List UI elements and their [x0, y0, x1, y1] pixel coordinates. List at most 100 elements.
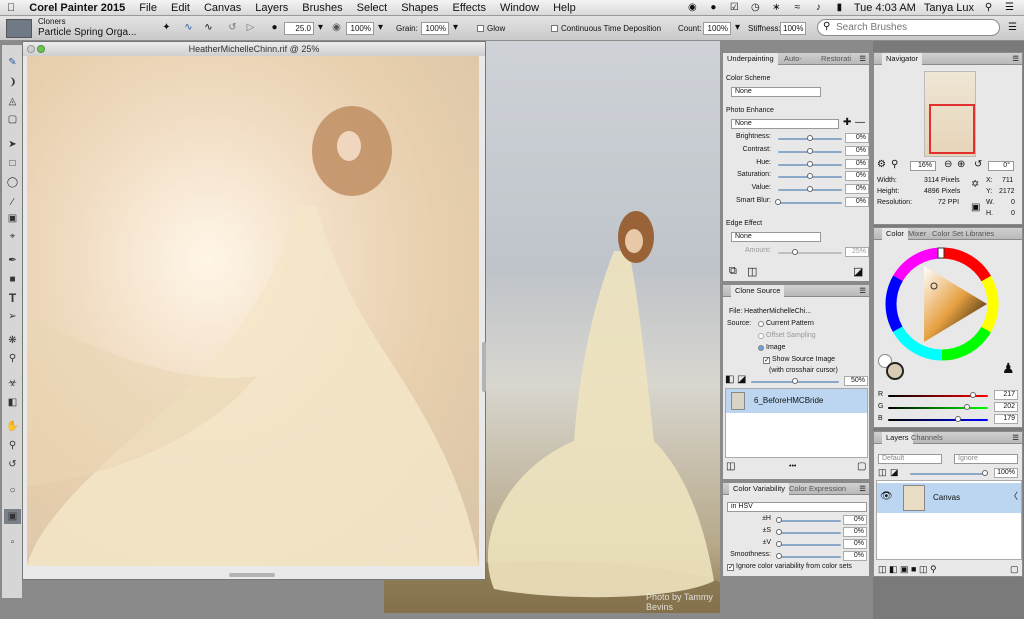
stroke-reset-icon[interactable]: ∿: [202, 22, 215, 33]
glow-checkbox[interactable]: [477, 25, 484, 32]
zoom-window-icon[interactable]: [37, 45, 45, 53]
count-dropdown-icon[interactable]: ▾: [731, 22, 744, 33]
menu-effects[interactable]: Effects: [446, 2, 493, 14]
layer-actions-icons[interactable]: ◫ ◧ ▣ ■ ◫ ⚲: [878, 564, 937, 575]
variability-mode-dropdown[interactable]: in HSV: [727, 502, 867, 512]
radio-image[interactable]: [758, 345, 764, 351]
enhance-slider-value[interactable]: 0%: [845, 158, 869, 169]
painting-canvas[interactable]: [27, 56, 479, 566]
tab-color-set-libraries[interactable]: Color Set Libraries: [928, 228, 998, 240]
amount-slider-knob[interactable]: [792, 249, 798, 255]
color-wheel[interactable]: [882, 244, 1002, 364]
tab-underpainting[interactable]: Underpainting: [723, 53, 778, 65]
stroke-icon[interactable]: ∿: [182, 22, 195, 33]
menu-edit[interactable]: Edit: [164, 2, 197, 14]
menu-window[interactable]: Window: [493, 2, 546, 14]
grabber-tool-icon[interactable]: ✋: [4, 419, 21, 434]
size-dropdown-icon[interactable]: ▾: [314, 22, 327, 33]
status-icon[interactable]: ●: [707, 2, 720, 13]
rectangle-select-icon[interactable]: □: [4, 156, 21, 171]
embed-image-icon[interactable]: ◫: [726, 461, 735, 472]
tab-mixer[interactable]: Mixer: [904, 228, 930, 240]
variability-slider-knob[interactable]: [776, 517, 782, 523]
enhance-slider-knob[interactable]: [807, 186, 813, 193]
hue-indicator[interactable]: [937, 247, 945, 259]
grain-field[interactable]: 100%: [421, 22, 449, 35]
tab-auto[interactable]: Auto-: [780, 53, 806, 65]
delete-clone-source-icon[interactable]: ▢: [857, 461, 866, 472]
panel-options-icon[interactable]: ☰: [1012, 53, 1019, 65]
variability-slider[interactable]: [776, 541, 841, 547]
source-opacity-value[interactable]: 50%: [844, 376, 868, 386]
enhance-slider[interactable]: [778, 186, 842, 193]
opacity-field[interactable]: 100%: [346, 22, 374, 35]
magic-wand-icon[interactable]: ∕: [4, 195, 21, 210]
r-slider-knob[interactable]: [970, 392, 977, 398]
screen-mode-icon[interactable]: ▫: [4, 535, 21, 550]
text-tool-icon[interactable]: T: [4, 291, 21, 306]
shape-selection-icon[interactable]: ➢: [4, 309, 21, 324]
grain-dropdown-icon[interactable]: ▾: [449, 22, 462, 33]
layer-lock-icon[interactable]: 〈: [1009, 489, 1018, 502]
vertical-scrollbar[interactable]: [482, 342, 486, 392]
menu-canvas[interactable]: Canvas: [197, 2, 248, 14]
opacity-dropdown-icon[interactable]: ▾: [374, 22, 387, 33]
brush-tool-icon[interactable]: ✎: [4, 55, 21, 70]
pen-tool-icon[interactable]: ✒: [4, 253, 21, 268]
spotlight-icon[interactable]: ⚲: [982, 2, 995, 13]
variability-value[interactable]: 0%: [843, 527, 867, 537]
list-icon[interactable]: ☰: [1003, 2, 1016, 13]
search-input[interactable]: [834, 21, 994, 34]
menubar-clock[interactable]: Tue 4:03 AM: [854, 2, 916, 14]
menu-shapes[interactable]: Shapes: [394, 2, 445, 14]
g-slider[interactable]: [888, 404, 988, 410]
magnifier-tool-icon[interactable]: ⚲: [4, 438, 21, 453]
nav-zoom-field[interactable]: 16%: [910, 161, 936, 171]
layer-opacity-slider[interactable]: [910, 470, 988, 476]
radio-current-pattern[interactable]: [758, 321, 764, 327]
panel-options-icon[interactable]: ☰: [859, 53, 866, 65]
transform-tool-icon[interactable]: ▣: [4, 211, 21, 226]
zoom-out-icon[interactable]: ⊖: [944, 159, 952, 170]
g-value[interactable]: 202: [994, 402, 1018, 412]
close-window-icon[interactable]: [27, 45, 35, 53]
enhance-slider[interactable]: [778, 173, 842, 180]
composite-method-dropdown[interactable]: Default: [878, 454, 942, 464]
b-slider[interactable]: [888, 416, 988, 422]
volume-icon[interactable]: ♪: [812, 2, 825, 13]
nav-zoom-icon[interactable]: ⚲: [891, 159, 898, 170]
apple-icon[interactable]: : [0, 2, 22, 14]
apply-icon[interactable]: ◫: [747, 265, 757, 278]
enhance-slider-knob[interactable]: [807, 135, 813, 141]
preserve-transparency-icon[interactable]: ◪: [890, 467, 899, 478]
panel-options-icon[interactable]: ☰: [859, 285, 866, 297]
rotate-page-icon[interactable]: ↺: [4, 457, 21, 472]
enhance-slider-value[interactable]: 0%: [845, 133, 869, 143]
enhance-slider-knob[interactable]: [807, 173, 813, 180]
ignore-variability-checkbox[interactable]: ✓: [727, 564, 734, 571]
variability-slider-knob[interactable]: [776, 529, 782, 535]
brush-tool-icon[interactable]: ✦: [160, 22, 173, 33]
navigator-preview[interactable]: [924, 71, 976, 157]
quick-clone-icon[interactable]: ⧉: [729, 265, 737, 278]
size-field[interactable]: 25.0: [284, 22, 314, 35]
horizontal-scrollbar[interactable]: [229, 573, 275, 577]
navigator-viewport[interactable]: [929, 104, 975, 154]
tab-channels[interactable]: Channels: [907, 432, 947, 444]
menu-select[interactable]: Select: [350, 2, 395, 14]
variability-slider-knob[interactable]: [776, 553, 782, 559]
show-source-checkbox[interactable]: ✓: [763, 357, 770, 364]
cloner-tool-icon[interactable]: ❋: [4, 333, 21, 348]
panel-options-icon[interactable]: ☰: [859, 483, 866, 495]
brush-selector[interactable]: Cloners Particle Spring Orga...: [4, 17, 140, 39]
amount-slider[interactable]: [778, 249, 842, 255]
source-opacity-slider[interactable]: [751, 378, 839, 384]
b-value[interactable]: 179: [994, 414, 1018, 424]
play-icon[interactable]: ▷: [244, 22, 257, 33]
dynamic-icon[interactable]: ↺: [226, 22, 239, 33]
panel-menu-icon[interactable]: ☰: [1006, 22, 1019, 33]
bluetooth-icon[interactable]: ∗: [770, 2, 783, 13]
photo-enhance-dropdown[interactable]: None: [731, 119, 839, 129]
variability-slider[interactable]: [776, 517, 841, 523]
add-preset-icon[interactable]: ✚: [843, 117, 851, 128]
